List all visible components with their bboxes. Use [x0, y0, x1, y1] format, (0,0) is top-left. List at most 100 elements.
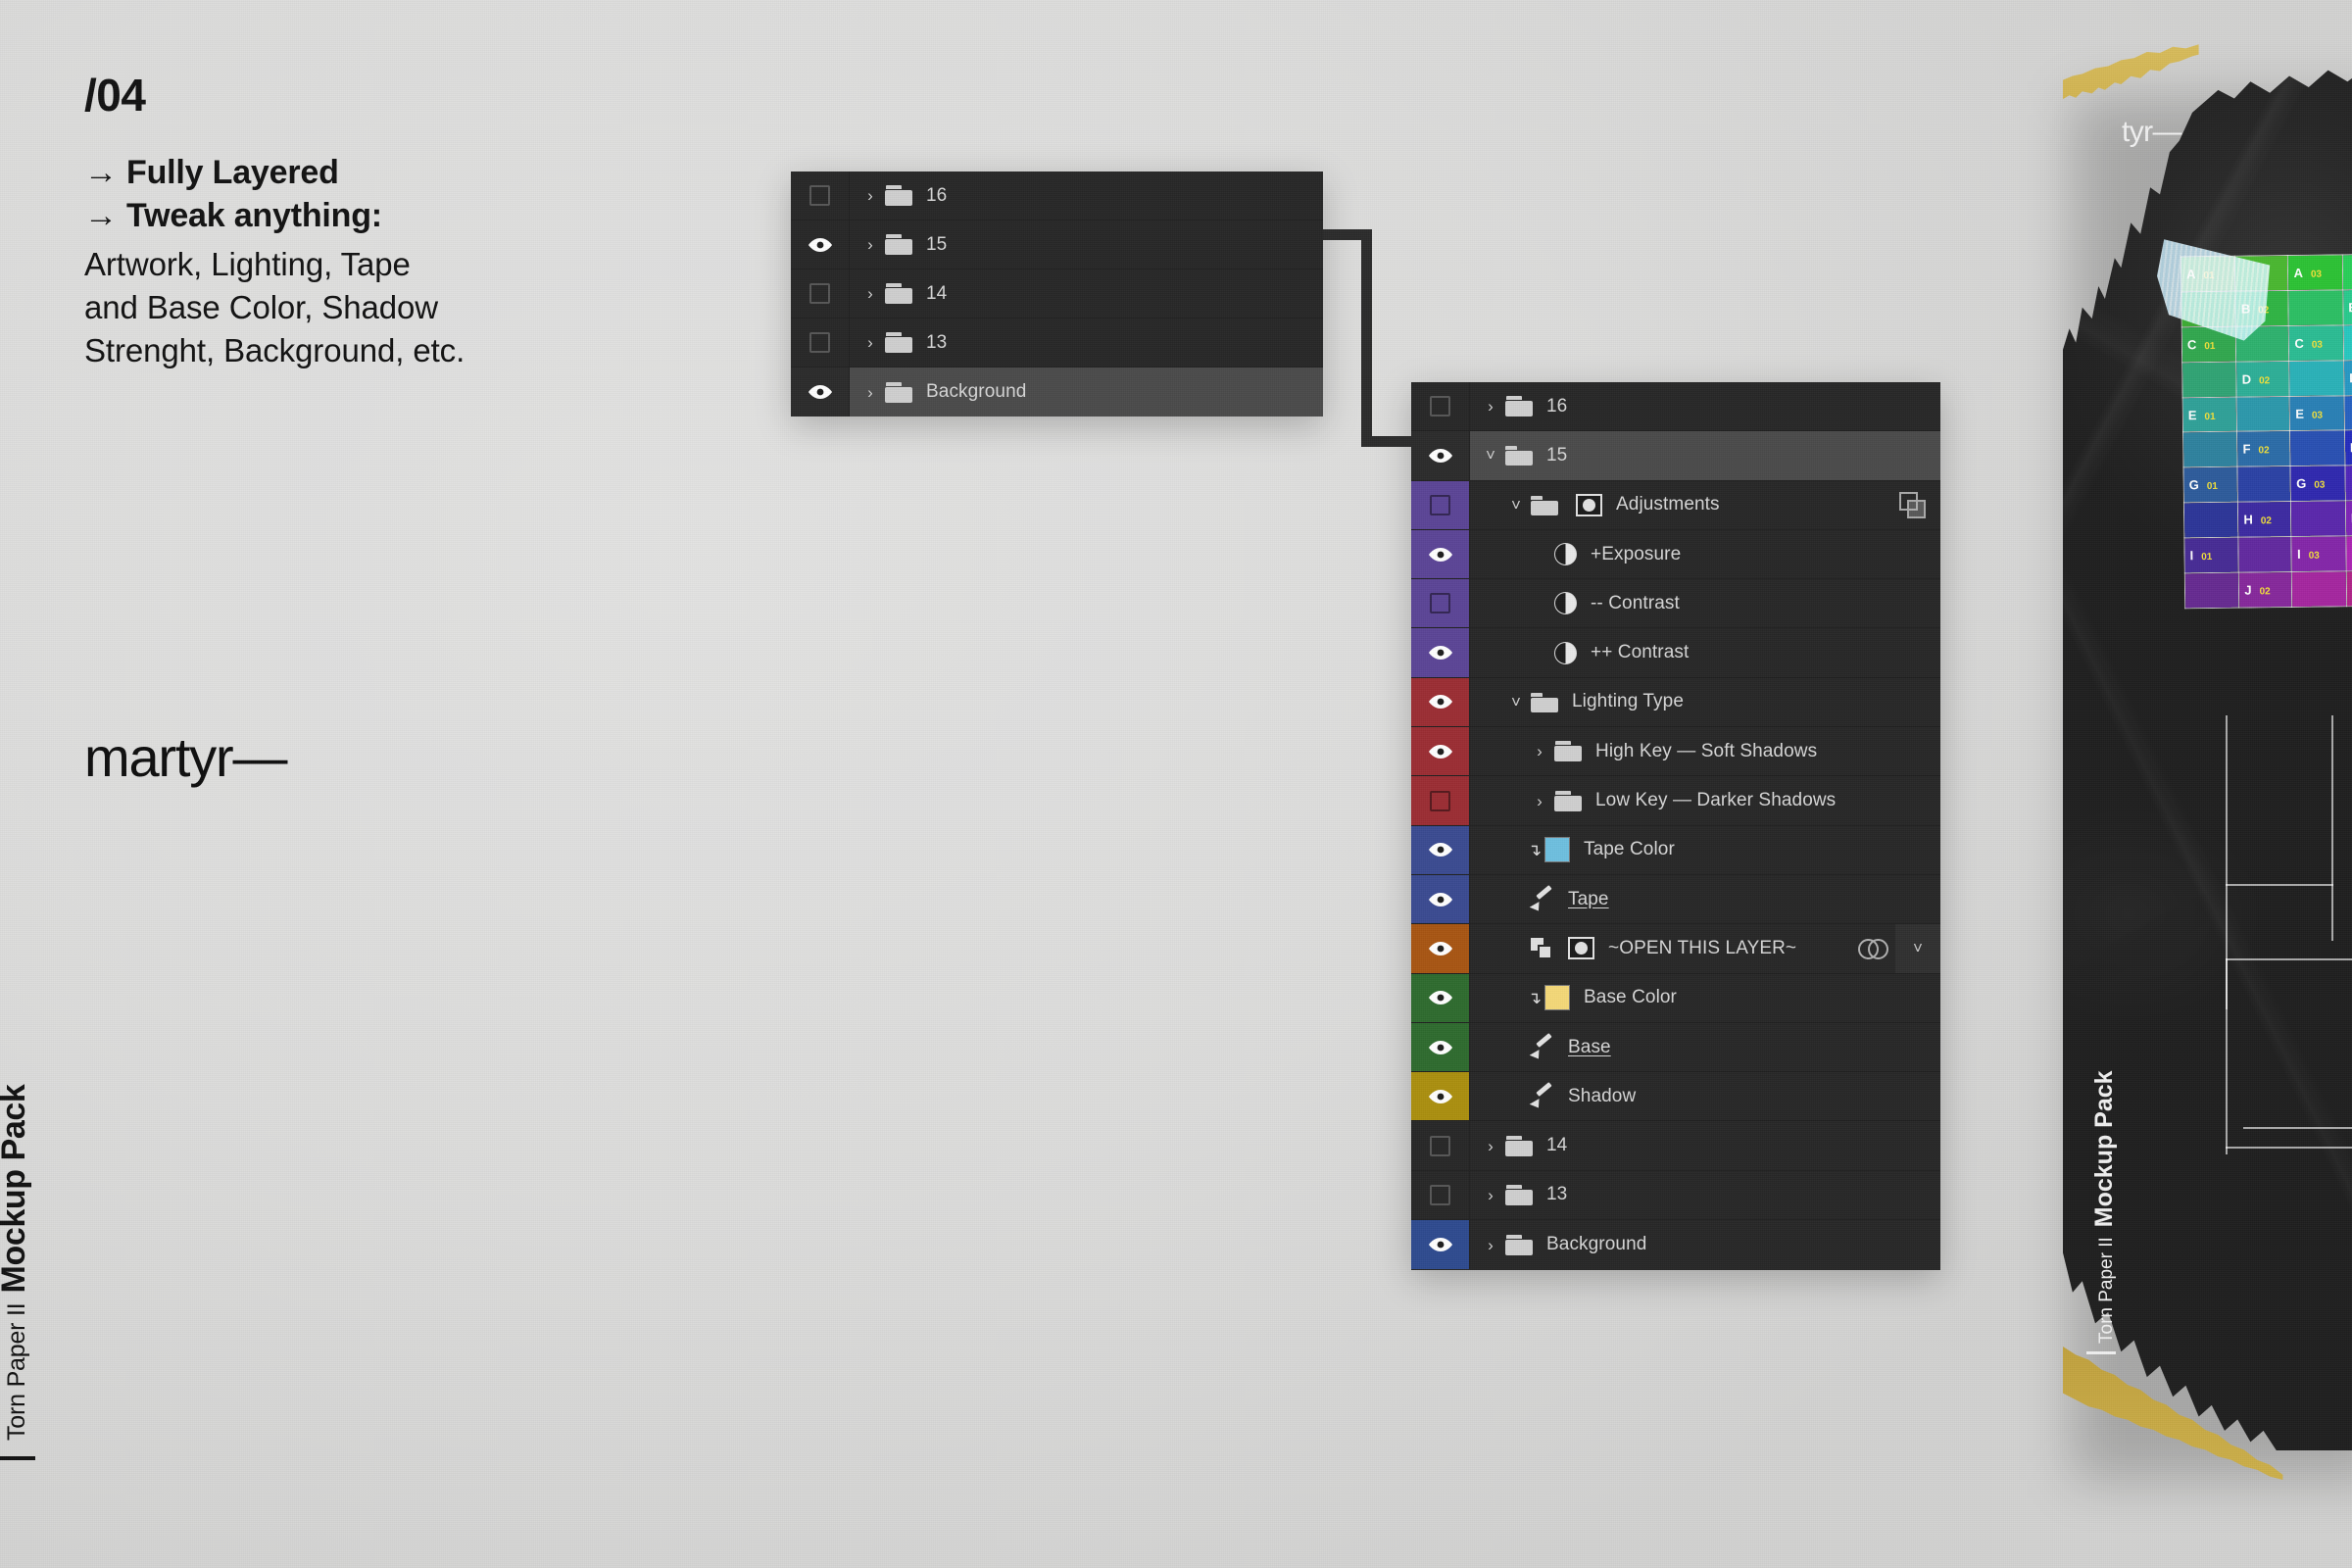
layers-panel-collapsed[interactable]: › 16 › 15 › 14 › 13 › Background	[791, 172, 1323, 416]
layer-row-body[interactable]: ›+Exposure	[1470, 530, 1940, 578]
layer-row-body[interactable]: ˅ Adjustments	[1470, 481, 1940, 529]
chevron-right-icon[interactable]: ›	[1480, 1187, 1501, 1203]
eye-icon[interactable]	[1428, 547, 1453, 563]
blend-mode-icon[interactable]	[1858, 936, 1891, 961]
layer-row[interactable]: ›~OPEN THIS LAYER~˅	[1411, 924, 1940, 974]
chevron-right-icon[interactable]: ›	[1480, 1237, 1501, 1253]
eye-off-icon[interactable]	[1430, 396, 1450, 417]
layer-row-body[interactable]: › Background	[1470, 1220, 1940, 1269]
duplicate-layers-icon[interactable]	[1899, 492, 1929, 519]
eye-icon[interactable]	[1428, 941, 1453, 956]
layer-row[interactable]: › 14	[1411, 1121, 1940, 1171]
layer-visibility-toggle[interactable]	[1411, 480, 1470, 529]
layer-visibility-toggle[interactable]	[791, 318, 850, 367]
eye-icon[interactable]	[1428, 1089, 1453, 1104]
layer-row[interactable]: ›Shadow	[1411, 1072, 1940, 1122]
eye-off-icon[interactable]	[1430, 593, 1450, 614]
eye-off-icon[interactable]	[1430, 1135, 1450, 1156]
layer-row-body[interactable]: ›↴Base Color	[1470, 974, 1940, 1022]
eye-icon[interactable]	[1428, 694, 1453, 710]
eye-icon[interactable]	[1428, 892, 1453, 907]
layers-panel-expanded[interactable]: ›16˅15˅Adjustments›+Exposure›-- Contrast…	[1411, 382, 1940, 1270]
eye-icon[interactable]	[1428, 1237, 1453, 1252]
layer-visibility-toggle[interactable]	[1411, 382, 1470, 431]
layer-visibility-toggle[interactable]	[791, 270, 850, 318]
layer-visibility-toggle[interactable]	[791, 368, 850, 416]
chevron-right-icon[interactable]: ›	[1529, 743, 1550, 760]
chevron-right-icon[interactable]: ›	[1480, 398, 1501, 415]
layer-row[interactable]: › 14	[791, 270, 1323, 318]
layer-visibility-toggle[interactable]	[1411, 579, 1470, 628]
layer-row-body[interactable]: ›++ Contrast	[1470, 628, 1940, 676]
layer-row-body[interactable]: ›Shadow	[1470, 1072, 1940, 1120]
eye-icon[interactable]	[808, 237, 833, 253]
layer-row[interactable]: ˅ Lighting Type	[1411, 677, 1940, 728]
layer-row[interactable]: ›+Exposure	[1411, 529, 1940, 580]
layer-visibility-toggle[interactable]	[1411, 529, 1470, 579]
layer-row-body[interactable]: ›↴Tape Color	[1470, 826, 1940, 874]
eye-off-icon[interactable]	[1430, 494, 1450, 515]
layer-visibility-toggle[interactable]	[1411, 973, 1470, 1022]
chevron-down-icon[interactable]: ˅	[1895, 924, 1940, 973]
layer-row[interactable]: › 16	[1411, 382, 1940, 432]
eye-icon[interactable]	[808, 384, 833, 400]
layer-row[interactable]: ˅ 15	[1411, 431, 1940, 481]
layer-row[interactable]: › 13	[1411, 1170, 1940, 1221]
layer-row-body[interactable]: › 13	[1470, 1171, 1940, 1219]
layer-visibility-toggle[interactable]	[1411, 1072, 1470, 1121]
layer-row[interactable]: › High Key — Soft Shadows	[1411, 727, 1940, 777]
layer-row[interactable]: ›Tape	[1411, 874, 1940, 925]
layer-visibility-toggle[interactable]	[1411, 776, 1470, 825]
eye-icon[interactable]	[1428, 448, 1453, 464]
layer-row[interactable]: ›Base	[1411, 1022, 1940, 1073]
layer-visibility-toggle[interactable]	[1411, 677, 1470, 727]
layer-row-body[interactable]: › 13	[850, 318, 1323, 367]
layer-visibility-toggle[interactable]	[1411, 825, 1470, 874]
layer-visibility-toggle[interactable]	[1411, 727, 1470, 776]
layer-row-body[interactable]: › 16	[1470, 382, 1940, 430]
eye-off-icon[interactable]	[809, 185, 830, 206]
layer-row-body[interactable]: › 15	[850, 220, 1323, 269]
chevron-down-icon[interactable]: ˅	[1505, 694, 1527, 710]
eye-icon[interactable]	[1428, 990, 1453, 1005]
layer-row-body[interactable]: › High Key — Soft Shadows	[1470, 727, 1940, 775]
eye-off-icon[interactable]	[1430, 1184, 1450, 1205]
layer-visibility-toggle[interactable]	[1411, 924, 1470, 973]
layer-visibility-toggle[interactable]	[1411, 628, 1470, 677]
layer-row-body[interactable]: ›Base	[1470, 1023, 1940, 1071]
chevron-right-icon[interactable]: ›	[859, 384, 881, 401]
layer-row[interactable]: › 16	[791, 172, 1323, 220]
layer-row[interactable]: › Low Key — Darker Shadows	[1411, 776, 1940, 826]
chevron-right-icon[interactable]: ›	[859, 334, 881, 351]
layer-visibility-toggle[interactable]	[791, 220, 850, 269]
eye-off-icon[interactable]	[809, 332, 830, 353]
layer-row-body[interactable]: ›~OPEN THIS LAYER~˅	[1470, 924, 1940, 973]
layer-visibility-toggle[interactable]	[1411, 1121, 1470, 1170]
layer-row-body[interactable]: › 14	[1470, 1121, 1940, 1169]
color-swatch[interactable]	[1544, 985, 1570, 1011]
layer-row[interactable]: › 15	[791, 220, 1323, 270]
layer-row-body[interactable]: › 14	[850, 270, 1323, 318]
chevron-right-icon[interactable]: ›	[1529, 793, 1550, 809]
layer-row-body[interactable]: › Background	[850, 368, 1323, 416]
layer-row[interactable]: › Background	[791, 368, 1323, 416]
layer-row-body[interactable]: ˅ 15	[1470, 431, 1940, 479]
chevron-right-icon[interactable]: ›	[859, 285, 881, 302]
layer-row[interactable]: ›-- Contrast	[1411, 579, 1940, 629]
layer-visibility-toggle[interactable]	[1411, 1220, 1470, 1270]
layer-row[interactable]: › Background	[1411, 1220, 1940, 1270]
layer-row[interactable]: › 13	[791, 318, 1323, 368]
layer-row[interactable]: ›++ Contrast	[1411, 628, 1940, 678]
chevron-right-icon[interactable]: ›	[1480, 1138, 1501, 1154]
layer-row-body[interactable]: ›Tape	[1470, 875, 1940, 923]
layer-visibility-toggle[interactable]	[1411, 1170, 1470, 1220]
layer-visibility-toggle[interactable]	[1411, 1022, 1470, 1072]
chevron-down-icon[interactable]: ˅	[1505, 497, 1527, 514]
layer-row-body[interactable]: ›-- Contrast	[1470, 579, 1940, 627]
eye-off-icon[interactable]	[1430, 790, 1450, 811]
chevron-down-icon[interactable]: ˅	[1480, 447, 1501, 464]
eye-icon[interactable]	[1428, 842, 1453, 858]
color-swatch[interactable]	[1544, 837, 1570, 863]
eye-icon[interactable]	[1428, 645, 1453, 661]
chevron-right-icon[interactable]: ›	[859, 187, 881, 204]
